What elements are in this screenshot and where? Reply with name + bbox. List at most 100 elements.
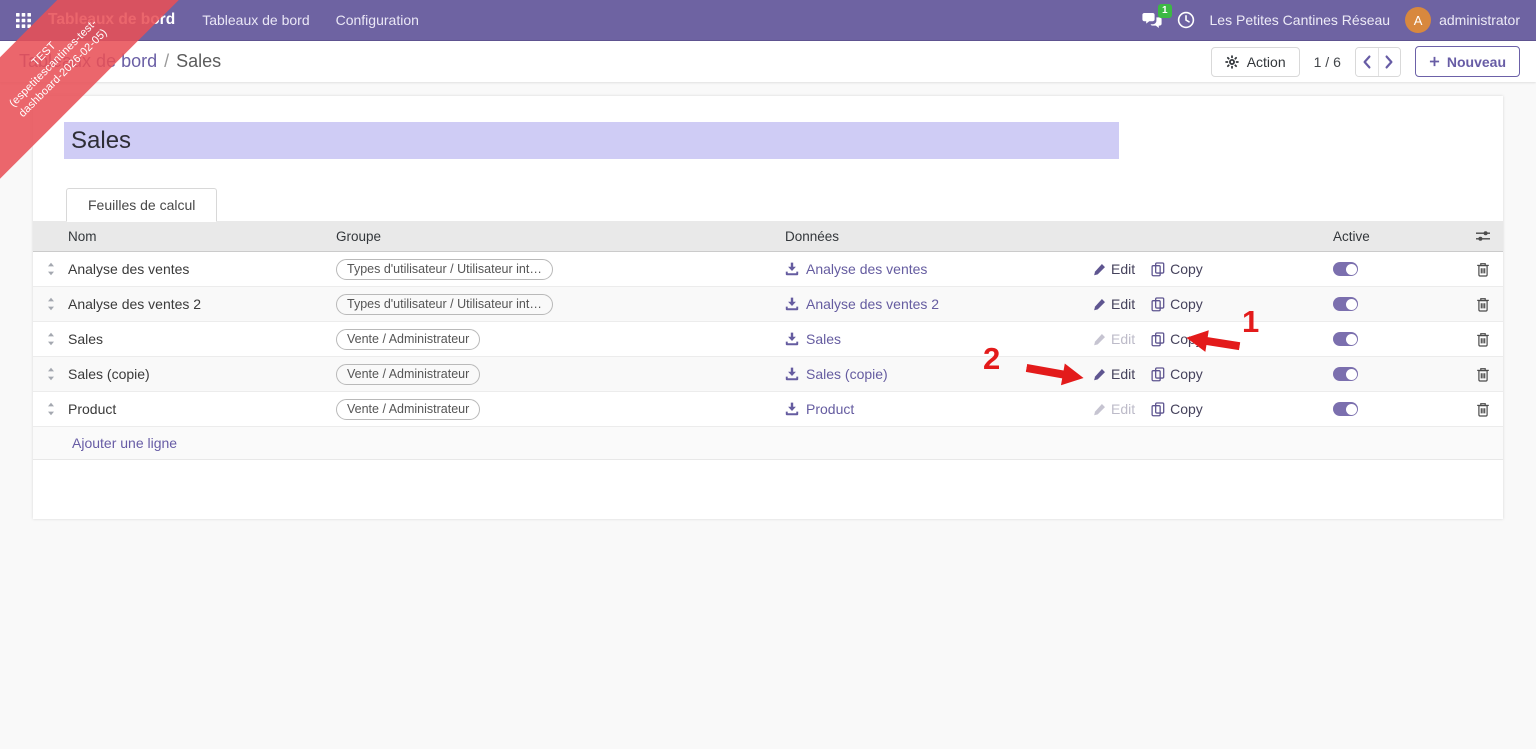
apps-grid-icon [16, 13, 31, 28]
pencil-icon [1093, 263, 1106, 276]
chevron-right-icon [1384, 55, 1394, 69]
pager-counter: 1 / 6 [1313, 53, 1341, 70]
copy-button-row-sales[interactable]: Copy [1151, 331, 1203, 347]
breadcrumb: Tableaux de bord / Sales [19, 51, 221, 72]
edit-button-row-sales-copie[interactable]: Edit [1093, 366, 1135, 382]
copy-icon [1151, 332, 1165, 347]
column-header-active[interactable]: Active [1333, 229, 1463, 244]
top-navbar: Tableaux de bord Tableaux de bord Config… [0, 0, 1536, 41]
pager-buttons [1354, 46, 1401, 77]
column-header-donnees[interactable]: Données [785, 229, 1085, 244]
plus-icon [1429, 56, 1440, 67]
data-download-link[interactable]: Sales (copie) [785, 366, 888, 382]
table-row[interactable]: Analyse des ventes 2 Types d'utilisateur… [33, 287, 1503, 322]
column-header-groupe[interactable]: Groupe [336, 229, 785, 244]
breadcrumb-parent[interactable]: Tableaux de bord [19, 51, 157, 71]
table-row[interactable]: Sales (copie) Vente / Administrateur Sal… [33, 357, 1503, 392]
trash-icon [1476, 297, 1490, 312]
table-row[interactable]: Sales Vente / Administrateur Sales Edit … [33, 322, 1503, 357]
drag-handle-icon[interactable] [46, 367, 56, 381]
drag-handle-icon[interactable] [46, 262, 56, 276]
record-form-sheet: Sales Feuilles de calcul Nom Groupe Donn… [33, 96, 1503, 519]
group-pill: Vente / Administrateur [336, 328, 481, 350]
chevron-left-icon [1362, 55, 1372, 69]
trash-icon [1476, 262, 1490, 277]
active-toggle[interactable] [1333, 262, 1358, 276]
group-pill: Types d'utilisateur / Utilisateur int… [336, 258, 553, 280]
edit-button: Edit [1093, 331, 1135, 347]
data-download-link[interactable]: Product [785, 401, 854, 417]
download-icon [785, 332, 799, 346]
apps-menu-button[interactable] [0, 0, 46, 40]
menu-tableaux-de-bord[interactable]: Tableaux de bord [189, 0, 322, 40]
pager-next-button[interactable] [1377, 47, 1400, 76]
optional-columns-icon[interactable] [1475, 229, 1491, 243]
active-toggle[interactable] [1333, 332, 1358, 346]
drag-handle-icon[interactable] [46, 402, 56, 416]
row-name[interactable]: Analyse des ventes [68, 261, 336, 277]
download-icon [785, 297, 799, 311]
app-brand[interactable]: Tableaux de bord [48, 11, 175, 29]
row-name[interactable]: Analyse des ventes 2 [68, 296, 336, 312]
notebook-tabs: Feuilles de calcul [33, 188, 1503, 222]
active-toggle[interactable] [1333, 297, 1358, 311]
copy-icon [1151, 402, 1165, 417]
copy-icon [1151, 297, 1165, 312]
pencil-icon [1093, 333, 1106, 346]
menu-configuration[interactable]: Configuration [323, 0, 432, 40]
messages-button[interactable]: 1 [1142, 3, 1172, 29]
row-name[interactable]: Sales [68, 331, 336, 347]
delete-button[interactable] [1476, 332, 1490, 347]
drag-handle-icon[interactable] [46, 332, 56, 346]
copy-icon [1151, 262, 1165, 277]
drag-handle-icon[interactable] [46, 297, 56, 311]
main-menus: Tableaux de bord Configuration [189, 0, 432, 40]
download-icon [785, 402, 799, 416]
add-line-link[interactable]: Ajouter une ligne [72, 435, 177, 451]
record-name-input[interactable]: Sales [64, 122, 1119, 159]
action-button[interactable]: Action [1210, 46, 1300, 77]
delete-button[interactable] [1476, 297, 1490, 312]
copy-button[interactable]: Copy [1151, 401, 1203, 417]
copy-button[interactable]: Copy [1151, 296, 1203, 312]
row-name[interactable]: Product [68, 401, 336, 417]
trash-icon [1476, 402, 1490, 417]
delete-button[interactable] [1476, 367, 1490, 382]
trash-icon [1476, 332, 1490, 347]
clock-icon [1177, 11, 1195, 29]
table-header-row: Nom Groupe Données Active [33, 221, 1503, 252]
data-download-link[interactable]: Sales [785, 331, 841, 347]
tab-feuilles-de-calcul[interactable]: Feuilles de calcul [66, 188, 218, 222]
delete-button[interactable] [1476, 262, 1490, 277]
breadcrumb-separator: / [164, 51, 170, 71]
group-pill: Vente / Administrateur [336, 363, 481, 385]
table-row[interactable]: Analyse des ventes Types d'utilisateur /… [33, 252, 1503, 287]
company-name[interactable]: Les Petites Cantines Réseau [1210, 12, 1391, 28]
download-icon [785, 262, 799, 276]
copy-icon [1151, 367, 1165, 382]
group-pill: Types d'utilisateur / Utilisateur int… [336, 293, 553, 315]
active-toggle[interactable] [1333, 367, 1358, 381]
edit-button: Edit [1093, 401, 1135, 417]
pager-previous-button[interactable] [1355, 47, 1378, 76]
control-panel: Tableaux de bord / Sales Action 1 / 6 Nouv… [0, 41, 1536, 82]
delete-button[interactable] [1476, 402, 1490, 417]
avatar[interactable]: A [1405, 7, 1432, 33]
active-toggle[interactable] [1333, 402, 1358, 416]
add-line-row: Ajouter une ligne [33, 427, 1503, 460]
new-button[interactable]: Nouveau [1414, 46, 1520, 77]
pencil-icon [1093, 403, 1106, 416]
copy-button[interactable]: Copy [1151, 366, 1203, 382]
copy-button[interactable]: Copy [1151, 261, 1203, 277]
data-download-link[interactable]: Analyse des ventes 2 [785, 296, 939, 312]
data-download-link[interactable]: Analyse des ventes [785, 261, 927, 277]
download-icon [785, 367, 799, 381]
table-row[interactable]: Product Vente / Administrateur Product E… [33, 392, 1503, 427]
edit-button[interactable]: Edit [1093, 296, 1135, 312]
username[interactable]: administrator [1439, 12, 1520, 28]
activities-button[interactable] [1177, 11, 1195, 29]
edit-button[interactable]: Edit [1093, 261, 1135, 277]
action-button-label: Action [1246, 53, 1286, 70]
column-header-nom[interactable]: Nom [68, 229, 336, 244]
row-name[interactable]: Sales (copie) [68, 366, 336, 382]
